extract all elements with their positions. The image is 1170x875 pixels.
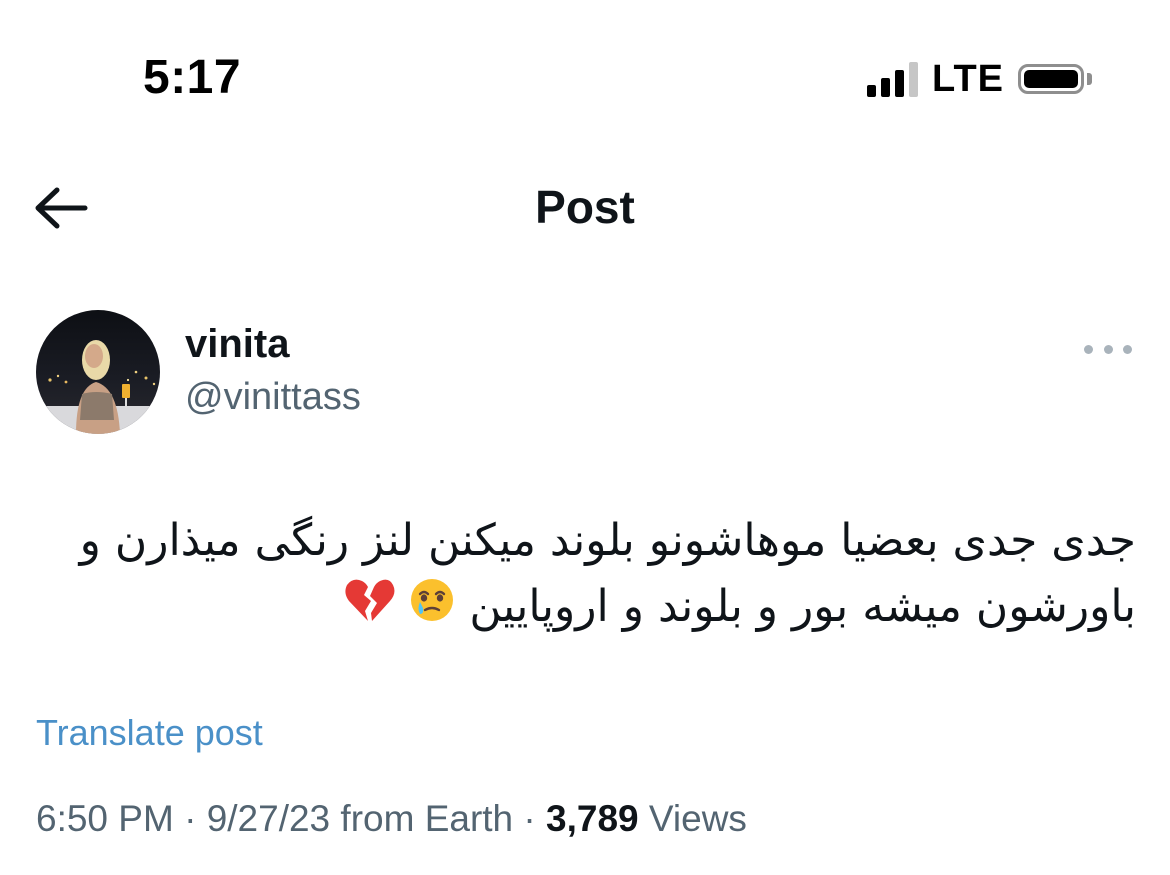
network-type: LTE <box>932 57 1004 100</box>
more-horizontal-icon <box>1084 344 1093 354</box>
status-time: 5:17 <box>143 51 242 104</box>
signal-strength-icon <box>867 61 919 97</box>
battery-icon <box>1018 64 1092 94</box>
status-indicators: LTE <box>867 58 1092 100</box>
broken-heart-icon <box>343 575 395 644</box>
author-display-name[interactable]: vinita <box>185 322 289 367</box>
post-time[interactable]: 6:50 PM <box>36 798 174 839</box>
post-date[interactable]: 9/27/23 <box>207 798 330 839</box>
meta-separator: · <box>173 798 207 839</box>
translate-post-link[interactable]: Translate post <box>36 712 263 754</box>
post-text-line-1: جدی جدی بعضیا موهاشونو بلوند میکنن لنز ر… <box>79 515 1136 566</box>
more-options-button[interactable] <box>1080 335 1136 363</box>
post-meta: 6:50 PM · 9/27/23 from Earth · 3,789 Vie… <box>36 798 747 840</box>
face-holding-back-tears-icon <box>409 576 455 642</box>
avatar-image <box>36 310 160 434</box>
avatar[interactable] <box>36 310 160 434</box>
author-handle[interactable]: @vinittass <box>185 376 361 419</box>
views-label[interactable]: Views <box>639 798 747 839</box>
page-title: Post <box>535 181 635 233</box>
views-count[interactable]: 3,789 <box>546 798 639 839</box>
post-text: جدی جدی بعضیا موهاشونو بلوند میکنن لنز ر… <box>36 508 1136 644</box>
post-source: from Earth <box>330 798 514 839</box>
post-text-line-2: باورشون میشه بور و بلوند و اروپایین <box>36 574 1136 644</box>
post-text-line-2-text: باورشون میشه بور و بلوند و اروپایین <box>469 581 1136 632</box>
meta-separator: · <box>513 798 547 839</box>
